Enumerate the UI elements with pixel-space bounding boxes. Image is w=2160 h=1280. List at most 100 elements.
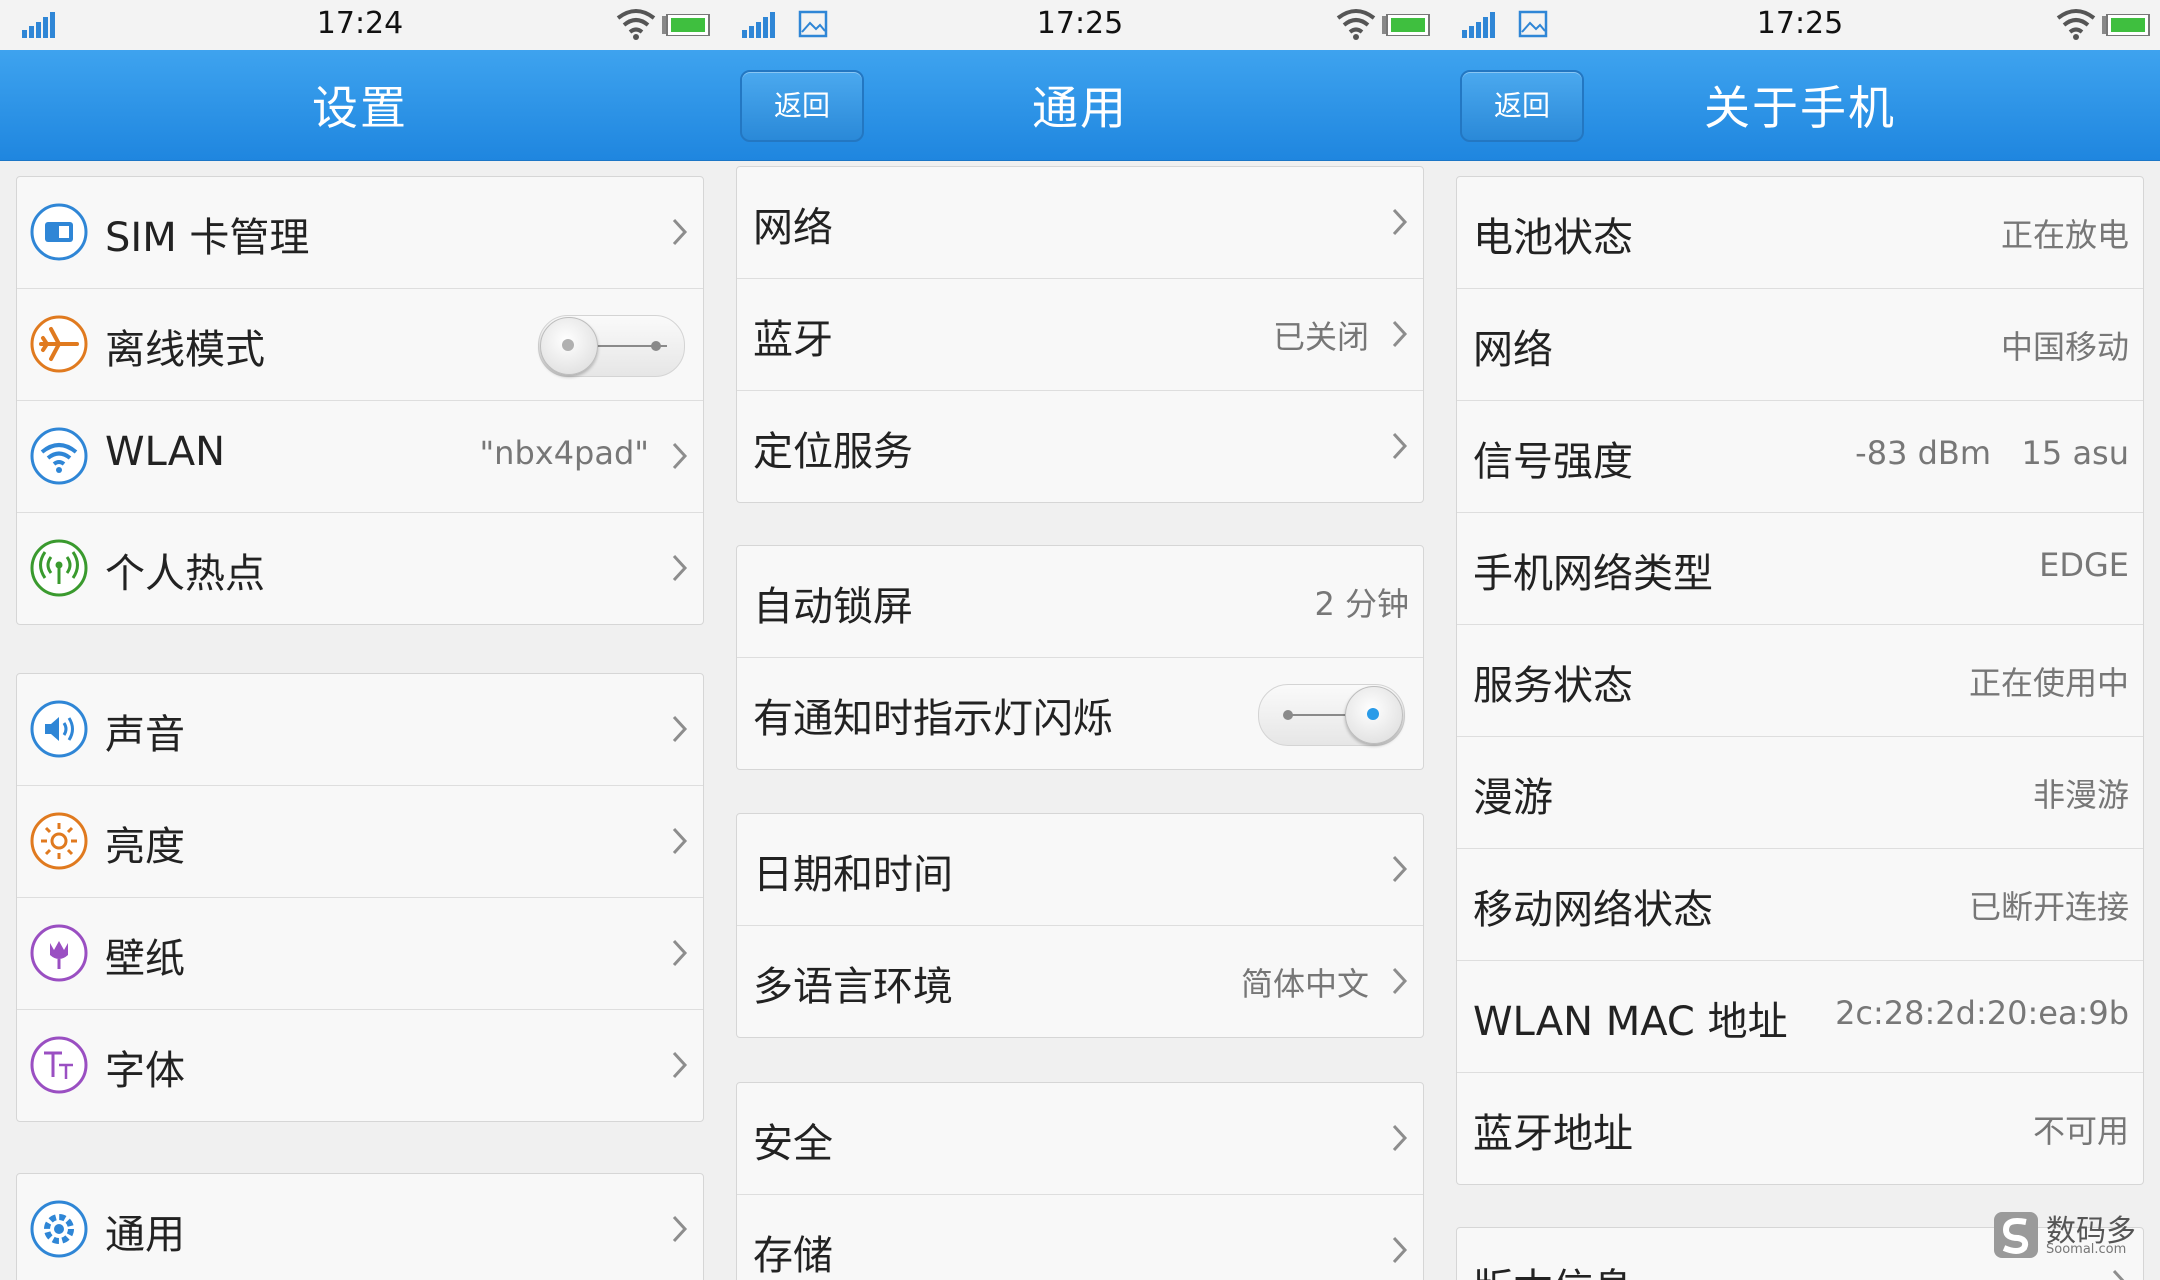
row-label: 通用 <box>105 1212 185 1258</box>
menu-item-language[interactable]: 多语言环境 简体中文 <box>737 926 1423 1037</box>
menu-item-bluetooth[interactable]: 蓝牙 已关闭 <box>737 279 1423 391</box>
row-label: 声音 <box>105 712 185 758</box>
row-value: 正在使用中 <box>1968 664 2129 702</box>
row-label: 亮度 <box>105 824 185 870</box>
header-bar: 返回 通用 <box>720 50 1440 161</box>
info-row-wlan-mac: WLAN MAC 地址 2c:28:2d:20:ea:9b <box>1457 961 2143 1073</box>
menu-item-location[interactable]: 定位服务 <box>737 391 1423 502</box>
menu-item-storage[interactable]: 存储 <box>737 1195 1423 1280</box>
chevron-right-icon <box>672 554 688 582</box>
sidebar-item-sound[interactable]: 声音 <box>17 674 703 786</box>
menu-item-date-time[interactable]: 日期和时间 <box>737 814 1423 926</box>
airplane-mode-toggle[interactable] <box>538 315 685 377</box>
wifi-icon <box>30 427 88 485</box>
row-label: 版本信息 <box>1473 1256 1633 1280</box>
wifi-status-icon <box>2056 9 2096 40</box>
info-row-signal: 信号强度 -83 dBm 15 asu <box>1457 401 2143 513</box>
page-title: 通用 <box>1032 81 1128 135</box>
row-value: 简体中文 <box>1240 965 1369 1003</box>
info-row-service: 服务状态 正在使用中 <box>1457 625 2143 737</box>
row-label: 自动锁屏 <box>753 584 913 630</box>
row-label: 网络 <box>753 205 833 251</box>
chevron-right-icon <box>1392 208 1408 236</box>
chevron-right-icon <box>1392 432 1408 460</box>
sidebar-item-sim-card[interactable]: SIM 卡管理 <box>17 177 703 289</box>
info-row-mobile-status: 移动网络状态 已断开连接 <box>1457 849 2143 961</box>
row-label: 蓝牙地址 <box>1473 1111 1633 1157</box>
general-group-2: 自动锁屏 2 分钟 有通知时指示灯闪烁 <box>736 545 1424 770</box>
font-icon <box>30 1036 88 1094</box>
row-value: 正在放电 <box>2000 216 2129 254</box>
airplane-icon <box>30 315 88 373</box>
row-value: 2c:28:2d:20:ea:9b <box>1835 994 2129 1032</box>
wifi-status-icon <box>1336 9 1376 40</box>
chevron-right-icon <box>672 442 688 470</box>
wifi-status-icon <box>616 9 656 40</box>
row-label: 有通知时指示灯闪烁 <box>753 696 1113 742</box>
info-row-bluetooth-address: 蓝牙地址 不可用 <box>1457 1073 2143 1184</box>
sim-card-icon <box>30 203 88 261</box>
brightness-icon <box>30 812 88 870</box>
menu-item-auto-lock[interactable]: 自动锁屏 2 分钟 <box>737 546 1423 658</box>
status-time: 17:24 <box>316 6 404 41</box>
row-label: WLAN <box>105 429 226 475</box>
sidebar-item-hotspot[interactable]: 个人热点 <box>17 513 703 624</box>
row-value: 中国移动 <box>2000 328 2129 366</box>
row-value: -83 dBm 15 asu <box>1855 434 2129 472</box>
chevron-right-icon <box>1392 967 1408 995</box>
gear-icon <box>30 1200 88 1258</box>
general-group-4: 安全 存储 <box>736 1082 1424 1280</box>
info-row-network-type: 手机网络类型 EDGE <box>1457 513 2143 625</box>
chevron-right-icon <box>672 1215 688 1243</box>
row-label: 多语言环境 <box>753 964 953 1010</box>
about-phone-screen: 17:25 返回 关于手机 电池状态 正在放电 网络 中国移动 信号强度 -83… <box>1440 0 2160 1280</box>
menu-item-notification-light[interactable]: 有通知时指示灯闪烁 <box>737 658 1423 769</box>
menu-item-network[interactable]: 网络 <box>737 167 1423 279</box>
info-row-roaming: 漫游 非漫游 <box>1457 737 2143 849</box>
settings-group-1: SIM 卡管理 离线模式 WLAN "nbx4pad" 个人热点 <box>16 176 704 625</box>
row-label: 壁纸 <box>105 936 185 982</box>
row-label: 安全 <box>753 1121 833 1167</box>
row-label: 手机网络类型 <box>1473 551 1713 597</box>
sidebar-item-wallpaper[interactable]: 壁纸 <box>17 898 703 1010</box>
chevron-right-icon <box>672 827 688 855</box>
status-time: 17:25 <box>1756 6 1844 41</box>
row-label: 网络 <box>1473 327 1553 373</box>
row-label: 个人热点 <box>105 551 265 597</box>
general-screen: 17:25 返回 通用 网络 蓝牙 已关闭 定位服务 自动锁屏 2 分钟 有通知… <box>720 0 1440 1280</box>
row-label: 漫游 <box>1473 775 1553 821</box>
page-title: 关于手机 <box>1704 81 1896 135</box>
chevron-right-icon <box>1392 855 1408 883</box>
chevron-right-icon <box>672 218 688 246</box>
hotspot-icon <box>30 539 88 597</box>
row-label: 定位服务 <box>753 429 913 475</box>
row-value: 2 分钟 <box>1314 585 1409 623</box>
sidebar-item-font[interactable]: 字体 <box>17 1010 703 1121</box>
row-value: 不可用 <box>2032 1112 2129 1150</box>
sidebar-item-general[interactable]: 通用 <box>17 1174 703 1280</box>
watermark: 数码多 Soomal.com <box>1992 1206 2142 1266</box>
notification-light-toggle[interactable] <box>1258 684 1405 746</box>
row-label: WLAN MAC 地址 <box>1473 999 1788 1045</box>
row-label: 服务状态 <box>1473 663 1633 709</box>
sidebar-item-brightness[interactable]: 亮度 <box>17 786 703 898</box>
header-bar: 设置 <box>0 50 720 161</box>
row-label: 移动网络状态 <box>1473 887 1713 933</box>
page-title: 设置 <box>312 81 408 135</box>
chevron-right-icon <box>672 1051 688 1079</box>
chevron-right-icon <box>672 939 688 967</box>
sidebar-item-wlan[interactable]: WLAN "nbx4pad" <box>17 401 703 513</box>
general-group-1: 网络 蓝牙 已关闭 定位服务 <box>736 166 1424 503</box>
sidebar-item-airplane-mode[interactable]: 离线模式 <box>17 289 703 401</box>
status-bar: 17:25 <box>1440 0 2160 51</box>
row-label: 日期和时间 <box>753 852 953 898</box>
row-value: 已关闭 <box>1272 318 1369 356</box>
about-info-group: 电池状态 正在放电 网络 中国移动 信号强度 -83 dBm 15 asu 手机… <box>1456 176 2144 1185</box>
watermark-site: Soomal.com <box>2046 1242 2127 1257</box>
row-label: 存储 <box>753 1233 833 1279</box>
battery-icon <box>2102 14 2150 36</box>
sound-icon <box>30 700 88 758</box>
row-label: SIM 卡管理 <box>105 215 310 261</box>
menu-item-security[interactable]: 安全 <box>737 1083 1423 1195</box>
settings-group-3: 通用 <box>16 1173 704 1280</box>
